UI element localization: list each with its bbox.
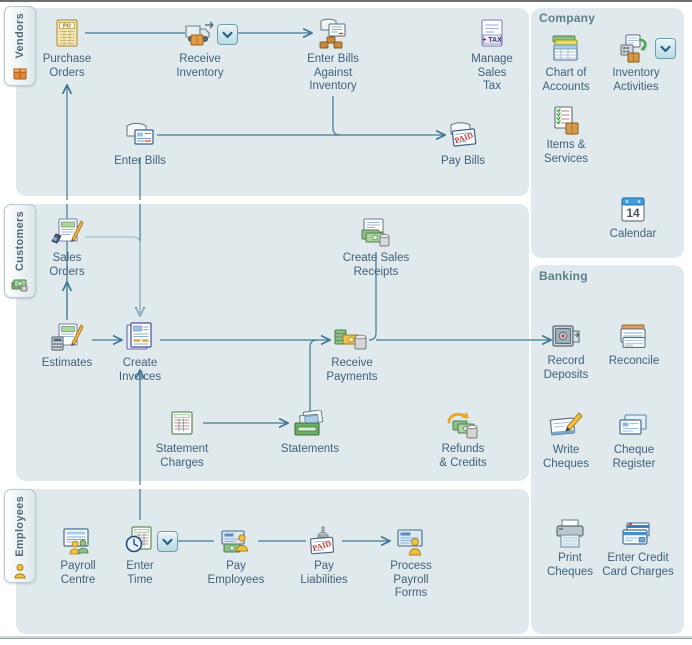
tile-label: Process Payroll Forms: [390, 560, 432, 599]
tile-create-sales-receipts[interactable]: Create Sales Receipts: [328, 213, 424, 279]
tile-label: Calendar: [609, 228, 657, 240]
top-border: [0, 0, 692, 2]
tile-calendar[interactable]: 14 Calendar: [591, 189, 675, 242]
tile-label: Enter Time: [126, 560, 154, 586]
tile-label: Purchase Orders: [42, 53, 92, 79]
tile-pay-employees[interactable]: Pay Employees: [188, 521, 284, 587]
tile-label: Pay Employees: [207, 560, 265, 586]
tile-purchase-orders[interactable]: PO Purchase Orders: [19, 14, 115, 80]
tile-statements[interactable]: Statements: [262, 404, 358, 457]
calendar-day-text: 14: [626, 206, 640, 220]
credit-card-icon: [592, 513, 684, 549]
reconcile-icon: [592, 316, 676, 352]
svg-text:PO: PO: [63, 24, 72, 30]
tile-label: Receive Inventory: [176, 53, 224, 79]
tile-cheque-register[interactable]: Cheque Register: [592, 405, 676, 471]
statement-charges-icon: [134, 404, 230, 440]
tile-enter-bills[interactable]: Enter Bills: [92, 116, 188, 169]
tile-label: Statement Charges: [155, 443, 209, 469]
banking-panel-title: Banking: [539, 269, 588, 283]
chevron-down-icon: [660, 45, 671, 52]
tile-label: Enter Credit Card Charges: [602, 552, 674, 578]
enter-bills-icon: [92, 116, 188, 152]
tile-refunds-credits[interactable]: Refunds & Credits: [415, 404, 511, 470]
receive-inventory-dropdown-button[interactable]: [217, 24, 238, 45]
tile-label: Create Sales Receipts: [342, 252, 410, 278]
inventory-activities-dropdown-button[interactable]: [655, 38, 676, 59]
pay-bills-icon: PAID: [415, 116, 511, 152]
tile-label: Cheque Register: [612, 444, 656, 470]
statements-icon: [262, 404, 358, 440]
employee-person-icon: [13, 563, 27, 582]
tile-reconcile[interactable]: Reconcile: [592, 316, 676, 369]
tile-label: Enter Bills Against Inventory: [307, 53, 359, 92]
company-panel-title: Company: [539, 11, 596, 25]
tile-label: Inventory Activities: [612, 67, 660, 93]
create-invoices-icon: [92, 318, 188, 354]
tile-create-invoices[interactable]: Create Invoices: [92, 318, 188, 384]
tile-enter-bills-against-inventory[interactable]: Enter Bills Against Inventory: [285, 14, 381, 94]
tile-label: Items & Services: [543, 139, 589, 165]
tile-label: Sales Orders: [49, 252, 85, 278]
tile-process-payroll-forms[interactable]: Process Payroll Forms: [363, 521, 459, 601]
tile-label: Refunds & Credits: [439, 443, 487, 469]
sales-tax-badge-text: + TAX: [482, 37, 502, 44]
refunds-credits-icon: [415, 404, 511, 440]
receive-payments-icon: [304, 318, 400, 354]
process-payroll-icon: [363, 521, 459, 557]
enter-bills-against-inventory-icon: [285, 14, 381, 50]
sales-receipts-icon: [328, 213, 424, 249]
tile-label: Receive Payments: [326, 357, 378, 383]
tile-items-services[interactable]: Items & Services: [524, 100, 608, 166]
purchase-order-icon: PO: [19, 14, 115, 50]
enter-time-dropdown-button[interactable]: [157, 531, 178, 552]
tile-label: Create Invoices: [118, 357, 162, 383]
pay-liabilities-icon: PAID: [276, 521, 372, 557]
tile-enter-credit-card-charges[interactable]: Enter Credit Card Charges: [592, 513, 684, 579]
calendar-icon: 14: [591, 189, 675, 225]
cheque-register-icon: [592, 405, 676, 441]
tile-sales-orders[interactable]: Sales Orders: [19, 213, 115, 279]
chevron-down-icon: [222, 31, 233, 38]
tile-pay-liabilities[interactable]: PAID Pay Liabilities: [276, 521, 372, 587]
customers-money-icon: [11, 277, 29, 297]
tile-statement-charges[interactable]: Statement Charges: [134, 404, 230, 470]
pay-employees-icon: [188, 521, 284, 557]
items-services-icon: [524, 100, 608, 136]
quickbooks-home-page: Company Banking Vendors Customers Employ…: [0, 0, 692, 645]
chevron-down-icon: [162, 538, 173, 545]
tile-label: Pay Liabilities: [300, 560, 348, 586]
tile-label: Enter Bills: [114, 155, 166, 167]
sales-order-icon: [19, 213, 115, 249]
tile-receive-payments[interactable]: Receive Payments: [304, 318, 400, 384]
tile-label: Statements: [280, 443, 340, 455]
tile-label: Pay Bills: [440, 155, 486, 167]
tile-pay-bills[interactable]: PAID Pay Bills: [415, 116, 511, 169]
sidebar-item-label: Employees: [14, 496, 26, 557]
tile-label: Reconcile: [608, 355, 660, 367]
bottom-border-shadow: [0, 638, 692, 639]
